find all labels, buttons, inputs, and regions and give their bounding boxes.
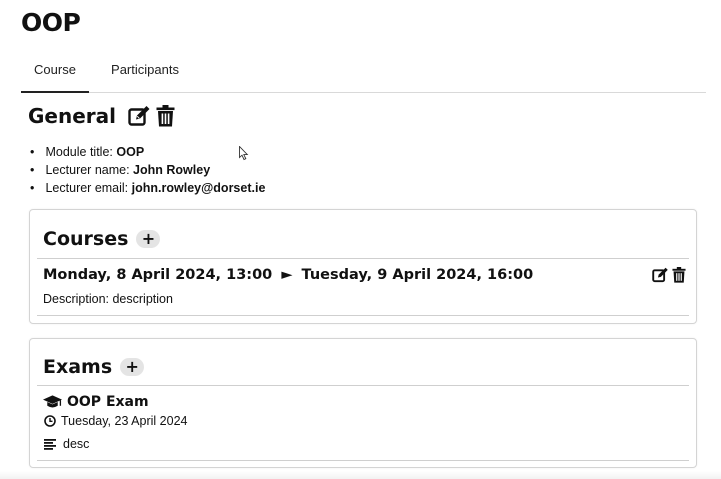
field-label: Module title: [45,145,113,159]
courses-title: Courses [43,228,129,250]
bottom-edge [0,471,721,479]
exam-date-text: Tuesday, 23 April 2024 [61,414,188,428]
exam-name[interactable]: OOP Exam [43,394,149,410]
exam-description: desc [44,437,89,451]
graduation-cap-icon [43,395,62,408]
list-item: Module title: OOP [30,143,265,161]
list-item: Lecturer email: john.rowley@dorset.ie [30,179,265,197]
mouse-cursor-icon [239,146,249,161]
edit-icon[interactable] [128,105,151,127]
course-start: Monday, 8 April 2024, 13:00 [43,267,273,283]
exams-card: Exams + OOP Exam Tuesday, 23 April 2024 [29,338,697,468]
field-value: john.rowley@dorset.ie [131,181,266,195]
page: OOP Course Participants General • Module… [0,0,721,479]
course-description: Description: description [43,292,173,306]
clock-icon [44,415,56,427]
list-item: Lecturer name: John Rowley [30,161,265,179]
trash-icon[interactable] [156,105,175,127]
tab-participants[interactable]: Participants [99,55,191,91]
field-value: John Rowley [133,163,211,177]
page-title: OOP [21,8,81,37]
course-date-range: Monday, 8 April 2024, 13:00 ► Tuesday, 9… [43,267,533,283]
divider [37,315,689,316]
field-value: OOP [116,145,145,159]
exams-title: Exams [43,356,113,378]
edit-icon[interactable] [652,267,669,283]
arrow-icon: ► [281,267,293,283]
exams-header: Exams + [43,353,145,381]
description-value: description [112,292,173,306]
exam-date: Tuesday, 23 April 2024 [44,414,187,428]
courses-header: Courses + [43,225,161,253]
courses-card: Courses + Monday, 8 April 2024, 13:00 ► … [29,209,697,324]
field-label: Lecturer email: [45,181,129,195]
divider [37,460,689,461]
trash-icon[interactable] [672,267,686,283]
field-label: Lecturer name: [45,163,130,177]
general-title: General [28,104,116,128]
general-header: General [28,101,180,131]
divider [37,258,689,259]
description-label: Description: [43,292,109,306]
exam-title: OOP Exam [67,394,149,410]
add-exam-button[interactable]: + [120,358,145,376]
exam-desc-text: desc [63,437,90,451]
add-course-button[interactable]: + [136,230,161,248]
course-actions [652,267,686,283]
course-end: Tuesday, 9 April 2024, 16:00 [301,267,534,283]
tab-bar: Course Participants [21,55,706,93]
divider [37,385,689,386]
tab-course[interactable]: Course [21,55,89,93]
align-left-icon [44,438,56,450]
general-info-list: Module title: OOP Lecturer name: John Ro… [30,143,265,197]
